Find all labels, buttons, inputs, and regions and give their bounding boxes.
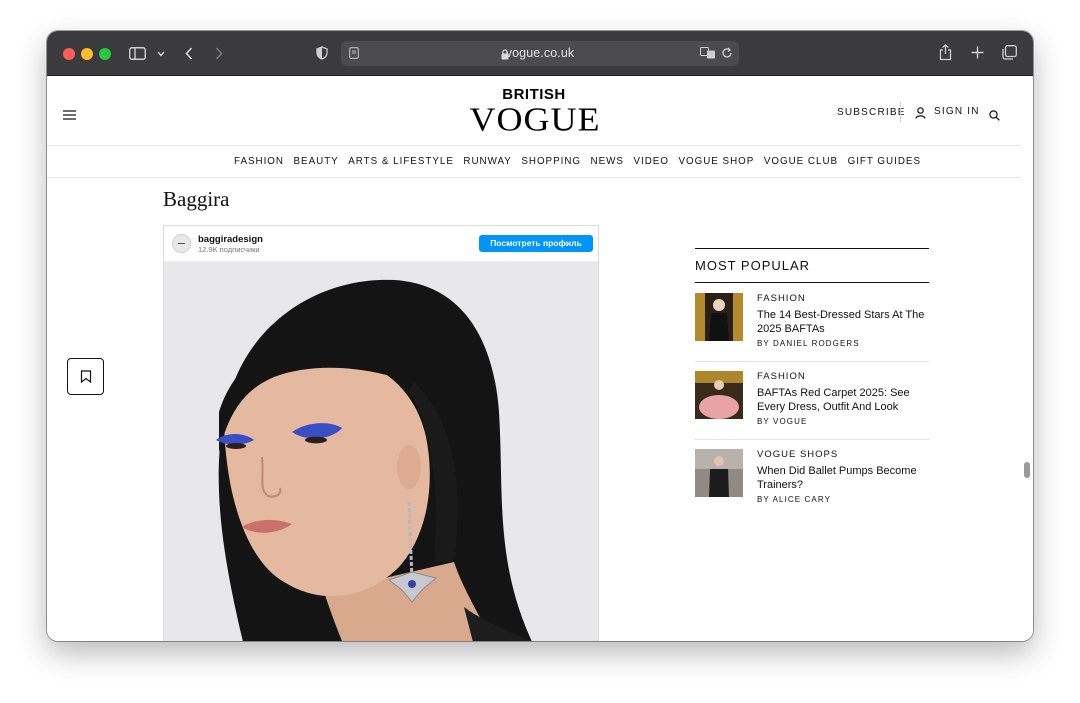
address-bar[interactable]: vogue.co.uk [341, 41, 739, 66]
article-headline[interactable]: When Did Ballet Pumps Become Trainers? [757, 464, 929, 492]
article-category[interactable]: VOGUE SHOPS [757, 449, 838, 460]
nav-item-video[interactable]: VIDEO [633, 156, 669, 167]
main-nav: FASHION BEAUTY ARTS & LIFESTYLE RUNWAY S… [47, 146, 1021, 178]
header-divider [900, 101, 901, 123]
instagram-username[interactable]: baggiradesign [198, 234, 263, 245]
article-thumbnail[interactable] [695, 293, 743, 341]
share-icon[interactable] [939, 44, 952, 61]
reload-icon[interactable] [721, 47, 733, 59]
nav-item-beauty[interactable]: BEAUTY [294, 156, 339, 167]
article-section-title: Baggira [163, 187, 230, 211]
divider [695, 248, 929, 249]
privacy-shield-icon[interactable] [316, 46, 328, 60]
nav-item-runway[interactable]: RUNWAY [463, 156, 511, 167]
nav-item-fashion[interactable]: FASHION [234, 156, 284, 167]
instagram-embed: baggiradesign 12.9K подписчики Посмотрет… [163, 225, 599, 641]
nav-item-news[interactable]: NEWS [591, 156, 624, 167]
divider [695, 439, 929, 440]
tabs-icon[interactable] [1002, 45, 1017, 60]
article-byline: BY DANIEL RODGERS [757, 339, 860, 348]
avatar[interactable] [172, 234, 191, 253]
bookmark-icon [80, 370, 92, 383]
sign-in-link[interactable]: SIGN IN [934, 106, 980, 117]
search-icon[interactable] [989, 108, 1000, 126]
popular-article-item[interactable]: FASHION BAFTAs Red Carpet 2025: See Ever… [695, 371, 929, 449]
new-tab-icon[interactable] [971, 46, 984, 59]
article-category[interactable]: FASHION [757, 371, 806, 382]
article-thumbnail[interactable] [695, 449, 743, 497]
site-header: BRITISH VOGUE SUBSCRIBE SIGN IN [47, 76, 1021, 146]
popular-article-item[interactable]: VOGUE SHOPS When Did Ballet Pumps Become… [695, 449, 929, 527]
subscribe-link[interactable]: SUBSCRIBE [837, 107, 906, 118]
article-byline: BY VOGUE [757, 417, 808, 426]
view-profile-button[interactable]: Посмотреть профиль [479, 235, 593, 252]
nav-item-vogue-shop[interactable]: VOGUE SHOP [678, 156, 754, 167]
back-icon[interactable] [185, 47, 193, 60]
nav-item-shopping[interactable]: SHOPPING [521, 156, 581, 167]
page-scrollbar[interactable] [1024, 462, 1030, 478]
divider [695, 361, 929, 362]
minimize-window-button[interactable] [81, 48, 93, 60]
site-logo[interactable]: VOGUE [47, 99, 1023, 139]
instagram-embed-header: baggiradesign 12.9K подписчики Посмотрет… [164, 226, 598, 262]
nav-item-gift-guides[interactable]: GIFT GUIDES [848, 156, 921, 167]
divider [695, 282, 929, 283]
url-text: vogue.co.uk [505, 46, 575, 60]
article-category[interactable]: FASHION [757, 293, 806, 304]
zoom-window-button[interactable] [99, 48, 111, 60]
web-page: BRITISH VOGUE SUBSCRIBE SIGN IN FASHION … [47, 76, 1033, 641]
save-article-button[interactable] [67, 358, 104, 395]
instagram-follower-count: 12.9K подписчики [198, 245, 260, 254]
browser-toolbar: vogue.co.uk [47, 31, 1033, 76]
article-headline[interactable]: The 14 Best-Dressed Stars At The 2025 BA… [757, 308, 929, 336]
most-popular-heading: MOST POPULAR [695, 258, 811, 273]
popular-article-item[interactable]: FASHION The 14 Best-Dressed Stars At The… [695, 293, 929, 371]
nav-item-arts-lifestyle[interactable]: ARTS & LIFESTYLE [348, 156, 454, 167]
nav-item-vogue-club[interactable]: VOGUE CLUB [764, 156, 838, 167]
article-thumbnail[interactable] [695, 371, 743, 419]
forward-icon[interactable] [215, 47, 223, 60]
user-icon[interactable] [915, 106, 926, 124]
article-headline[interactable]: BAFTAs Red Carpet 2025: See Every Dress,… [757, 386, 929, 414]
close-window-button[interactable] [63, 48, 75, 60]
chevron-down-icon[interactable] [157, 51, 165, 57]
instagram-photo[interactable] [164, 262, 598, 641]
translate-icon[interactable] [700, 47, 716, 59]
article-byline: BY ALICE CARY [757, 495, 832, 504]
sidebar-icon[interactable] [129, 47, 146, 60]
browser-window: vogue.co.uk BRITISH VOGUE SUBSCRIBE SIGN… [47, 31, 1033, 641]
